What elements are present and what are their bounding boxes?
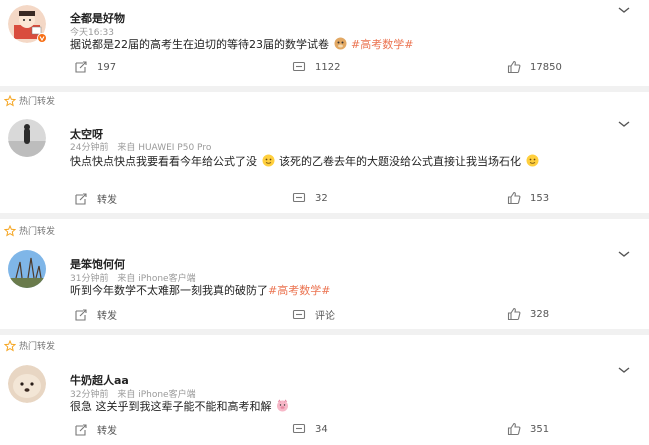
comment-label: 评论 [315, 311, 335, 322]
comment-count: 1122 [315, 61, 341, 73]
post-card: 全都是好物 今天16:33 据说都是22届的高考生在迫切的等待23届的数学试卷 … [0, 0, 649, 85]
post-text-content: 快点快点快点我要看看今年给公式了没 [70, 155, 257, 168]
post-text-content: 据说都是22届的高考生在迫切的等待23届的数学试卷 [70, 38, 329, 51]
chevron-down-icon[interactable] [617, 249, 631, 259]
avatar[interactable] [8, 365, 46, 403]
comment-button[interactable]: 1122 [292, 60, 340, 74]
username[interactable]: 牛奶超人aa [70, 372, 129, 388]
comment-button[interactable]: 评论 [292, 307, 335, 322]
topic-tag[interactable]: #高考数学# [268, 284, 330, 297]
repost-button[interactable]: 转发 [74, 422, 117, 437]
like-button[interactable]: 153 [507, 191, 549, 205]
like-count: 351 [530, 423, 550, 435]
like-count: 328 [530, 308, 550, 320]
post-card: 热门转发 是笨饱何何 31分钟前 来自 iPhone客户端 听到今年数学不太难那… [0, 219, 649, 329]
like-icon [507, 191, 521, 205]
like-button[interactable]: 351 [507, 422, 549, 436]
username[interactable]: 全都是好物 [70, 10, 125, 26]
like-icon [507, 60, 521, 74]
hot-repost-text: 热门转发 [19, 97, 56, 107]
repost-label: 转发 [97, 195, 117, 206]
hot-repost-text: 热门转发 [19, 342, 56, 352]
comment-button[interactable]: 32 [292, 191, 328, 205]
post-text: 快点快点快点我要看看今年给公式了没 该死的乙卷去年的大题没给公式直接让我当场石化 [70, 153, 630, 170]
comment-count: 34 [315, 423, 328, 435]
doge-emoji-icon [334, 37, 347, 50]
like-icon [507, 422, 521, 436]
repost-button[interactable]: 转发 [74, 191, 117, 206]
post-text: 很急 这关乎到我这辈子能不能和高考和解 [70, 398, 630, 415]
repost-icon [75, 192, 87, 205]
post-text-content: 很急 这关乎到我这辈子能不能和高考和解 [70, 400, 272, 413]
repost-count: 197 [97, 61, 117, 73]
hot-repost-label: 热门转发 [4, 94, 55, 107]
post-actions: 转发 34 351 [0, 422, 649, 442]
post-text: 据说都是22届的高考生在迫切的等待23届的数学试卷 #高考数学# [70, 36, 630, 53]
post-time: 24分钟前 [70, 143, 109, 153]
repost-icon [75, 61, 87, 73]
post-actions: 转发 评论 328 [0, 307, 649, 327]
hot-repost-text: 热门转发 [19, 227, 56, 237]
avatar[interactable] [8, 250, 46, 288]
post-card: 热门转发 牛奶超人aa 32分钟前 来自 iPhone客户端 很急 这关乎到我这… [0, 335, 649, 445]
comment-button[interactable]: 34 [292, 422, 328, 436]
chevron-down-icon[interactable] [617, 365, 631, 375]
pig-emoji-icon [276, 399, 289, 412]
comment-icon [292, 192, 306, 203]
post-meta: 24分钟前 来自 HUAWEI P50 Pro [70, 140, 211, 153]
like-button[interactable]: 328 [507, 307, 549, 321]
comment-icon [292, 61, 306, 72]
repost-button[interactable]: 转发 [74, 307, 117, 322]
fire-icon [4, 94, 16, 107]
hot-repost-label: 热门转发 [4, 339, 55, 352]
repost-button[interactable]: 197 [74, 60, 116, 74]
repost-label: 转发 [97, 426, 117, 437]
chevron-down-icon[interactable] [617, 119, 631, 129]
like-icon [507, 307, 521, 321]
repost-icon [75, 308, 87, 321]
post-actions: 197 1122 17850 [0, 60, 649, 80]
like-count: 153 [530, 192, 550, 204]
username[interactable]: 是笨饱何何 [70, 256, 125, 272]
comment-count: 32 [315, 192, 328, 204]
like-button[interactable]: 17850 [507, 60, 562, 74]
smile-emoji-icon [262, 154, 275, 167]
vip-badge-icon [37, 33, 47, 43]
hot-repost-label: 热门转发 [4, 224, 55, 237]
post-actions: 转发 32 153 [0, 191, 649, 211]
fire-icon [4, 339, 16, 352]
post-source: 来自 HUAWEI P50 Pro [117, 143, 212, 153]
post-text: 听到今年数学不太难那一刻我真的破防了#高考数学# [70, 282, 630, 299]
chevron-down-icon[interactable] [617, 5, 631, 15]
comment-icon [292, 423, 306, 434]
post-card: 热门转发 太空呀 24分钟前 来自 HUAWEI P50 Pro 快点快点快点我… [0, 92, 649, 212]
comment-icon [292, 309, 306, 319]
post-text-continued: 该死的乙卷去年的大题没给公式直接让我当场石化 [279, 155, 521, 168]
repost-icon [75, 423, 87, 436]
fire-icon [4, 224, 16, 237]
avatar[interactable] [8, 119, 46, 157]
topic-tag[interactable]: #高考数学# [351, 38, 413, 51]
smile-emoji-icon [526, 154, 539, 167]
like-count: 17850 [530, 61, 562, 73]
post-text-content: 听到今年数学不太难那一刻我真的破防了 [70, 284, 268, 297]
repost-label: 转发 [97, 311, 117, 322]
